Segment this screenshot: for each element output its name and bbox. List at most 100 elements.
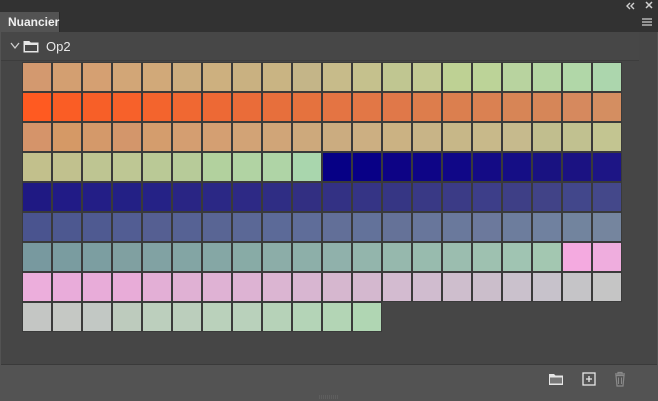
color-swatch[interactable] [82,122,112,152]
close-panel-button[interactable] [642,0,656,12]
color-swatch[interactable] [322,92,352,122]
color-swatch[interactable] [22,122,52,152]
color-swatch[interactable] [292,152,322,182]
color-swatch[interactable] [472,242,502,272]
color-swatch[interactable] [322,212,352,242]
color-swatch[interactable] [202,92,232,122]
color-swatch[interactable] [112,212,142,242]
color-swatch[interactable] [232,122,262,152]
color-swatch[interactable] [262,242,292,272]
color-swatch[interactable] [22,92,52,122]
tab-swatches[interactable]: Nuancier [0,12,60,32]
new-group-button[interactable] [547,371,565,387]
color-swatch[interactable] [52,302,82,332]
color-swatch[interactable] [82,62,112,92]
color-swatch[interactable] [142,272,172,302]
color-swatch[interactable] [22,272,52,302]
color-swatch[interactable] [172,272,202,302]
color-swatch[interactable] [172,62,202,92]
color-swatch[interactable] [502,122,532,152]
color-swatch[interactable] [142,92,172,122]
color-swatch[interactable] [502,272,532,302]
color-swatch[interactable] [472,212,502,242]
color-swatch[interactable] [382,272,412,302]
color-swatch[interactable] [202,152,232,182]
color-swatch[interactable] [322,272,352,302]
color-swatch[interactable] [112,242,142,272]
color-swatch[interactable] [202,242,232,272]
color-swatch[interactable] [412,62,442,92]
panel-menu-button[interactable] [640,15,654,29]
color-swatch[interactable] [472,62,502,92]
color-swatch[interactable] [52,242,82,272]
color-swatch[interactable] [112,182,142,212]
color-swatch[interactable] [262,302,292,332]
color-swatch[interactable] [322,302,352,332]
color-swatch[interactable] [532,182,562,212]
color-swatch[interactable] [412,272,442,302]
color-swatch[interactable] [382,92,412,122]
color-swatch[interactable] [52,182,82,212]
color-swatch[interactable] [22,152,52,182]
color-swatch[interactable] [592,92,622,122]
color-swatch[interactable] [112,272,142,302]
color-swatch[interactable] [592,122,622,152]
color-swatch[interactable] [142,182,172,212]
color-swatch[interactable] [532,272,562,302]
color-swatch[interactable] [322,122,352,152]
color-swatch[interactable] [592,242,622,272]
color-swatch[interactable] [82,302,112,332]
color-swatch[interactable] [532,92,562,122]
color-swatch[interactable] [262,152,292,182]
color-swatch[interactable] [112,302,142,332]
color-swatch[interactable] [322,242,352,272]
color-swatch[interactable] [202,212,232,242]
color-swatch[interactable] [172,242,202,272]
color-swatch[interactable] [292,272,322,302]
color-swatch[interactable] [292,62,322,92]
color-swatch[interactable] [232,212,262,242]
color-swatch[interactable] [172,152,202,182]
color-swatch[interactable] [562,272,592,302]
color-swatch[interactable] [52,272,82,302]
color-swatch[interactable] [112,152,142,182]
color-swatch[interactable] [352,272,382,302]
color-swatch[interactable] [352,302,382,332]
color-swatch[interactable] [112,62,142,92]
color-swatch[interactable] [232,272,262,302]
color-swatch[interactable] [52,212,82,242]
color-swatch[interactable] [382,212,412,242]
color-swatch[interactable] [172,92,202,122]
color-swatch[interactable] [52,62,82,92]
color-swatch[interactable] [82,242,112,272]
collapse-panel-button[interactable] [622,0,638,12]
color-swatch[interactable] [472,152,502,182]
color-swatch[interactable] [562,152,592,182]
color-swatch[interactable] [382,242,412,272]
color-swatch[interactable] [382,62,412,92]
delete-swatch-button[interactable] [612,370,628,388]
color-swatch[interactable] [502,152,532,182]
color-swatch[interactable] [82,152,112,182]
color-swatch[interactable] [412,152,442,182]
color-swatch[interactable] [142,302,172,332]
group-toggle[interactable] [9,41,21,51]
color-swatch[interactable] [412,242,442,272]
color-swatch[interactable] [352,242,382,272]
color-swatch[interactable] [292,242,322,272]
color-swatch[interactable] [112,92,142,122]
color-swatch[interactable] [262,212,292,242]
color-swatch[interactable] [172,182,202,212]
color-swatch[interactable] [52,152,82,182]
color-swatch[interactable] [442,242,472,272]
color-swatch[interactable] [22,242,52,272]
color-swatch[interactable] [82,272,112,302]
color-swatch[interactable] [262,272,292,302]
color-swatch[interactable] [382,122,412,152]
color-swatch[interactable] [502,182,532,212]
color-swatch[interactable] [472,182,502,212]
color-swatch[interactable] [532,62,562,92]
color-swatch[interactable] [232,182,262,212]
color-swatch[interactable] [292,212,322,242]
color-swatch[interactable] [22,182,52,212]
